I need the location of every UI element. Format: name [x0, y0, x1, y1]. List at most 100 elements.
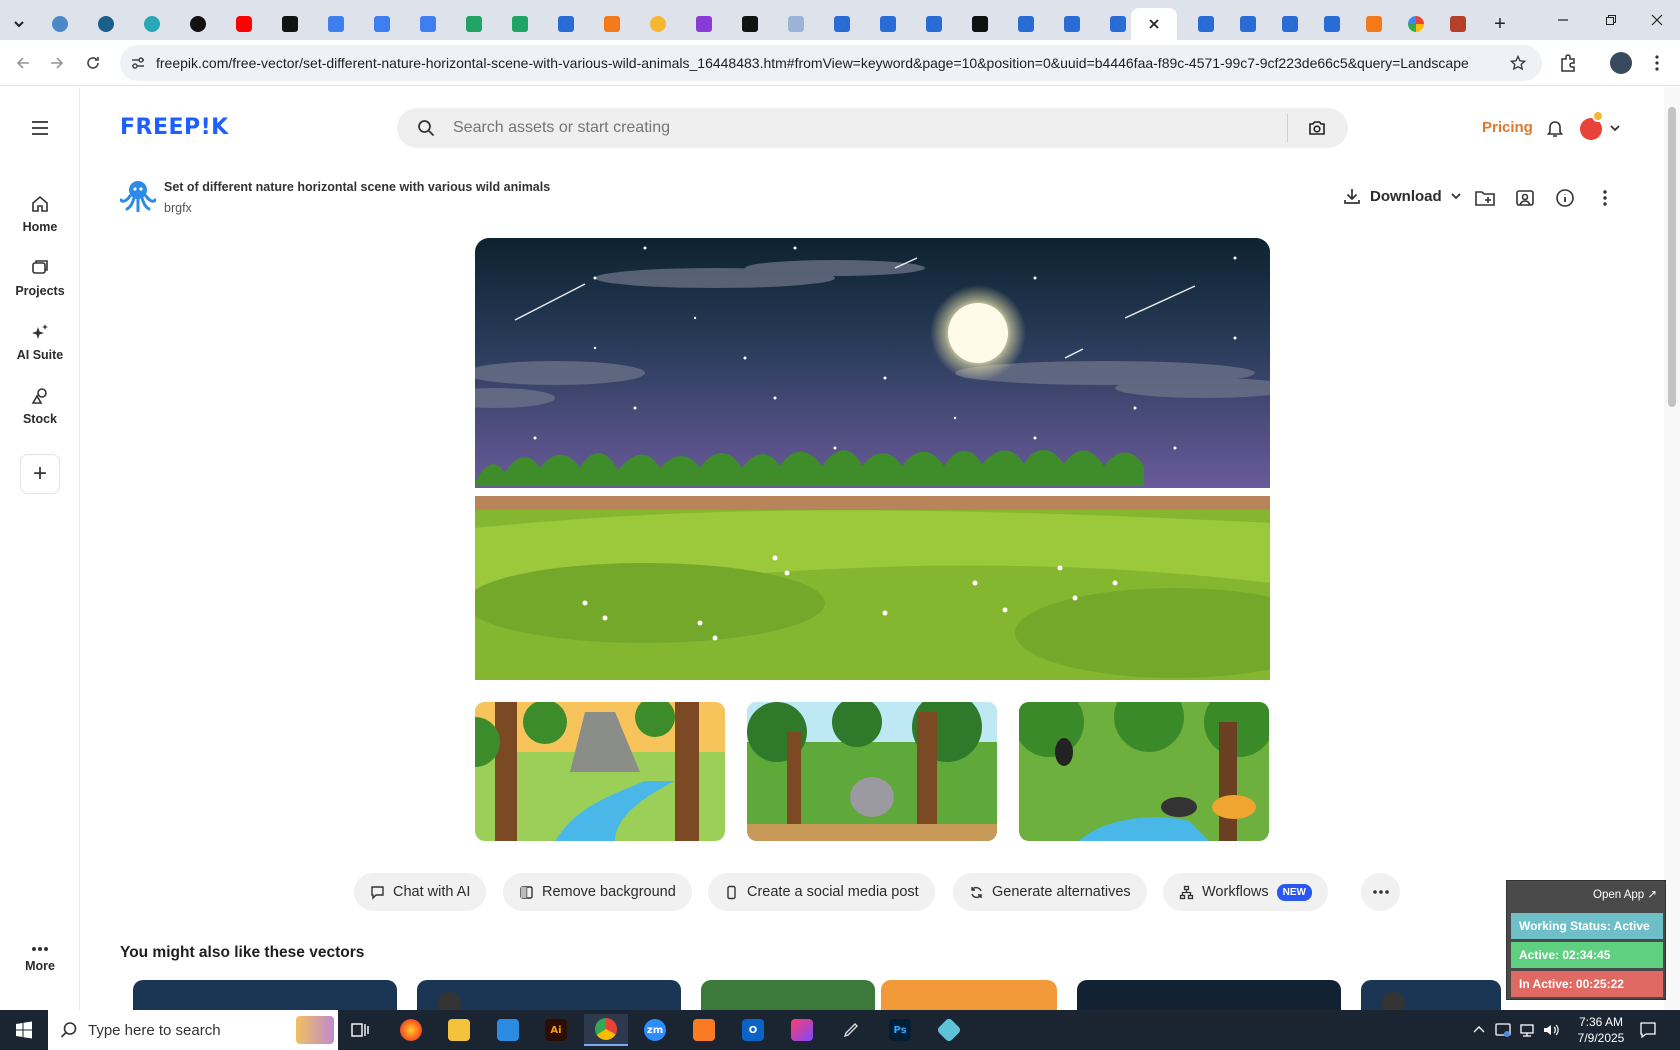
tab[interactable] — [1228, 8, 1268, 40]
pricing-link[interactable]: Pricing — [1482, 119, 1533, 136]
taskbar-pen-tool[interactable] — [829, 1014, 873, 1046]
task-view-button[interactable] — [338, 1014, 382, 1046]
tab[interactable] — [776, 8, 816, 40]
open-app-link[interactable]: Open App ↗ — [1593, 887, 1657, 901]
tab[interactable] — [132, 8, 172, 40]
sidebar-item-home[interactable]: Home — [0, 193, 80, 234]
tab[interactable] — [638, 8, 678, 40]
add-to-collection-icon[interactable] — [1474, 187, 1496, 209]
close-window-button[interactable] — [1634, 0, 1680, 40]
taskbar-illustrator[interactable]: Ai — [534, 1014, 578, 1046]
taskbar-creative-cloud[interactable] — [780, 1014, 824, 1046]
star-icon[interactable] — [1510, 55, 1526, 71]
scroll-thumb[interactable] — [1668, 107, 1676, 407]
tab[interactable] — [1438, 8, 1478, 40]
extensions-icon[interactable] — [1558, 53, 1578, 73]
notification-icon[interactable] — [1638, 1020, 1658, 1040]
hamburger-menu-icon[interactable] — [30, 120, 50, 136]
tab[interactable] — [40, 8, 80, 40]
back-button[interactable] — [8, 48, 38, 78]
tab[interactable] — [270, 8, 310, 40]
tab[interactable] — [1312, 8, 1352, 40]
forward-button[interactable] — [42, 48, 72, 78]
url-text[interactable]: freepik.com/free-vector/set-different-na… — [156, 55, 1496, 71]
related-vector-card[interactable] — [701, 980, 875, 1010]
thumbnail-elephant-scene[interactable] — [747, 702, 997, 841]
tab[interactable] — [316, 8, 356, 40]
author-octopus-avatar[interactable] — [120, 178, 156, 212]
kebab-menu-icon[interactable] — [1594, 187, 1616, 209]
sidebar-item-projects[interactable]: Projects — [0, 257, 80, 298]
sidebar-item-ai-suite[interactable]: AI Suite — [0, 321, 80, 362]
network-icon[interactable] — [1518, 1021, 1536, 1039]
wifi-settings-icon[interactable] — [1494, 1021, 1512, 1039]
tab[interactable] — [1052, 8, 1092, 40]
taskbar-zoom[interactable]: zm — [633, 1014, 677, 1046]
page-scrollbar[interactable] — [1664, 87, 1680, 1010]
workflows-button[interactable]: Workflows NEW — [1163, 873, 1328, 911]
generate-alternatives-button[interactable]: Generate alternatives — [953, 873, 1147, 911]
minimize-button[interactable] — [1540, 0, 1586, 40]
site-settings-icon[interactable] — [130, 55, 146, 71]
more-actions-button[interactable] — [1361, 873, 1400, 911]
start-button[interactable] — [2, 1014, 46, 1046]
restore-button[interactable] — [1588, 0, 1634, 40]
kebab-menu-icon[interactable] — [1654, 54, 1660, 72]
sidebar-item-stock[interactable]: Stock — [0, 385, 80, 426]
tab[interactable] — [1186, 8, 1226, 40]
tab[interactable] — [500, 8, 540, 40]
tab[interactable] — [546, 8, 586, 40]
tab-search-button[interactable] — [0, 8, 38, 40]
sidebar-item-more[interactable]: More — [0, 944, 80, 973]
new-tab-button[interactable]: + — [1480, 8, 1520, 40]
volume-icon[interactable] — [1542, 1021, 1560, 1039]
chevron-down-icon[interactable] — [1609, 123, 1621, 133]
download-button[interactable]: Download — [1342, 186, 1462, 206]
tab[interactable] — [868, 8, 908, 40]
tab-active[interactable] — [1131, 8, 1177, 40]
freepik-logo[interactable]: FREEP!K — [120, 115, 229, 140]
profile-avatar[interactable] — [1610, 52, 1632, 74]
resource-author[interactable]: brgfx — [164, 201, 192, 215]
tab[interactable] — [224, 8, 264, 40]
taskbar-clock[interactable]: 7:36 AM 7/9/2025 — [1572, 1014, 1630, 1046]
edit-image-icon[interactable] — [1514, 187, 1536, 209]
remove-background-button[interactable]: Remove background — [503, 873, 692, 911]
tab[interactable] — [86, 8, 126, 40]
tab[interactable] — [1354, 8, 1394, 40]
taskbar-vscode[interactable] — [486, 1014, 530, 1046]
related-vector-card[interactable] — [1361, 980, 1501, 1010]
tab[interactable] — [1006, 8, 1046, 40]
bell-icon[interactable] — [1545, 118, 1565, 138]
address-bar[interactable]: freepik.com/free-vector/set-different-na… — [120, 45, 1542, 81]
tab[interactable] — [454, 8, 494, 40]
tab[interactable] — [960, 8, 1000, 40]
tab[interactable] — [730, 8, 770, 40]
info-icon[interactable] — [1554, 187, 1576, 209]
taskbar-file-explorer[interactable] — [437, 1014, 481, 1046]
related-vector-card[interactable] — [417, 980, 681, 1010]
taskbar-chrome[interactable] — [584, 1014, 628, 1046]
taskbar-search[interactable]: Type here to search — [48, 1010, 338, 1050]
search-input[interactable] — [453, 108, 1273, 148]
related-vector-card[interactable] — [133, 980, 397, 1010]
thumbnail-jungle-scene[interactable] — [1019, 702, 1269, 841]
camera-icon[interactable] — [1308, 119, 1326, 137]
taskbar-outlook[interactable]: O — [731, 1014, 775, 1046]
related-vector-card[interactable] — [1077, 980, 1341, 1010]
tab[interactable] — [592, 8, 632, 40]
reload-button[interactable] — [78, 48, 108, 78]
tab[interactable] — [1270, 8, 1310, 40]
close-icon[interactable] — [1148, 18, 1160, 30]
chevron-up-icon[interactable] — [1472, 1024, 1486, 1036]
taskbar-xampp[interactable] — [682, 1014, 726, 1046]
tab[interactable] — [1396, 8, 1436, 40]
add-button[interactable]: + — [20, 454, 60, 494]
tab[interactable] — [178, 8, 218, 40]
taskbar-photoshop[interactable]: Ps — [878, 1014, 922, 1046]
tab[interactable] — [362, 8, 402, 40]
create-social-media-post-button[interactable]: Create a social media post — [708, 873, 935, 911]
thumbnail-river-scene[interactable] — [475, 702, 725, 841]
tab[interactable] — [684, 8, 724, 40]
related-vector-card[interactable] — [881, 980, 1057, 1010]
